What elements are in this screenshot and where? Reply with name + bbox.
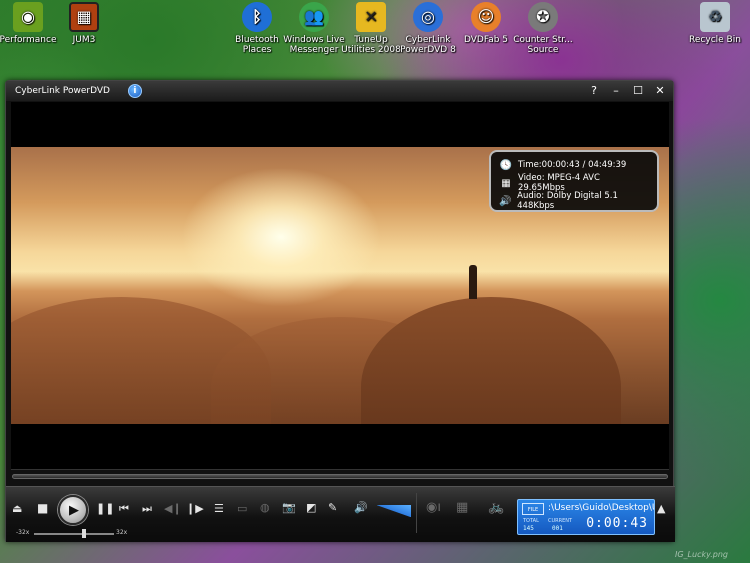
minimize-button[interactable]: – <box>609 83 623 99</box>
desktop-icon-label: DVDFab 5 <box>463 35 509 45</box>
desktop-icon-recycle-bin[interactable]: ♻ Recycle Bin <box>683 2 747 45</box>
osd-time: Time:00:00:43 / 04:49:39 <box>518 160 627 170</box>
desktop-icon-messenger[interactable]: 👥 Windows Live Messenger <box>282 2 346 55</box>
watermark: IG_Lucky.png <box>675 550 728 559</box>
menu-icon[interactable]: ☰ <box>214 502 224 515</box>
pause-icon[interactable]: ❚❚ <box>96 502 114 515</box>
powerdvd-icon: ◎ <box>413 2 443 32</box>
speed-max-label: 32x <box>116 529 128 536</box>
step-forward-icon[interactable]: ❙▶ <box>186 502 204 515</box>
speed-min-label: -32x <box>16 529 30 536</box>
powerdvd-window: CyberLink PowerDVD i ? – ☐ ✕ 🕓 Time:00:0… <box>5 80 675 542</box>
close-button[interactable]: ✕ <box>653 83 667 99</box>
desktop-icon-jum3[interactable]: ▦ JUM3 <box>52 2 116 45</box>
dune <box>361 297 621 424</box>
volume-slider[interactable] <box>377 505 411 517</box>
sun-glow <box>181 167 381 307</box>
silhouette-figure <box>469 265 477 299</box>
film-strip-icon: ▦ <box>69 2 99 32</box>
playback-info-overlay: 🕓 Time:00:00:43 / 04:49:39 ▦ Video: MPEG… <box>489 150 659 212</box>
desktop-icon-dvdfab[interactable]: ☺ DVDFab 5 <box>454 2 518 45</box>
desktop-icon-label: JUM3 <box>72 35 96 45</box>
file-path: :\Users\Guido\Desktop\U <box>548 503 654 513</box>
film-icon: ▦ <box>501 177 511 189</box>
desktop-icon-powerdvd[interactable]: ◎ CyberLink PowerDVD 8 <box>396 2 460 55</box>
desktop-icon-bluetooth[interactable]: ᛒ Bluetooth Places <box>225 2 289 55</box>
previous-icon[interactable]: ⏮ <box>119 502 129 516</box>
desktop-icon-label: Windows Live Messenger <box>283 35 345 55</box>
desktop-icon-counter-strike[interactable]: ✪ Counter Str... Source <box>511 2 575 55</box>
osd-audio: Audio: Dolby Digital 5.1 448Kbps <box>517 191 618 211</box>
nvidia-icon: ◉ <box>13 2 43 32</box>
angle-icon[interactable]: ◍ <box>260 501 270 514</box>
osd-video: Video: MPEG-4 AVC 29.65Mbps <box>517 173 600 193</box>
tuneup-icon: ✕ <box>356 2 386 32</box>
speed-slider[interactable] <box>34 533 114 535</box>
dvdfab-icon: ☺ <box>471 2 501 32</box>
zoom-icon[interactable]: ◩ <box>306 501 316 514</box>
disc-type-badge: FILE <box>522 503 544 515</box>
eject-icon[interactable]: ⏏ <box>12 502 22 515</box>
maximize-button[interactable]: ☐ <box>631 83 645 99</box>
desktop-icon-tuneup[interactable]: ✕ TuneUp Utilities 2008 <box>339 2 403 55</box>
desktop-icon-label: Performance <box>0 35 57 45</box>
window-title: CyberLink PowerDVD <box>15 86 110 96</box>
video-area[interactable]: 🕓 Time:00:00:43 / 04:49:39 ▦ Video: MPEG… <box>11 102 669 470</box>
clock-icon: 🕓 <box>499 159 513 171</box>
desktop-icon-label: CyberLink PowerDVD 8 <box>400 35 456 55</box>
step-back-icon[interactable]: ◀❙ <box>164 502 182 515</box>
desktop-icon-performance[interactable]: ◉ Performance <box>0 2 60 45</box>
current-label: CURRENT <box>548 518 573 524</box>
speaker-icon: 🔊 <box>499 195 512 207</box>
current-value: 001 <box>552 525 563 532</box>
control-bar: ⏏ ■ ▶ ❚❚ ⏮ ⏭ ◀❙ ❙▶ ☰ ▭ ◍ 📷 ◩ ✎ 🔊 ◉ı ▦ 🚲 … <box>6 486 675 542</box>
settings-tools-icon[interactable]: ✎ <box>328 501 337 514</box>
bluetooth-icon: ᛒ <box>242 2 272 32</box>
speed-slider-knob[interactable] <box>81 529 86 538</box>
disc-info-icon[interactable]: ◉ı <box>426 500 441 515</box>
expand-up-icon[interactable]: ▲ <box>657 502 665 515</box>
next-icon[interactable]: ⏭ <box>142 502 152 516</box>
desktop-icon-label: Recycle Bin <box>689 35 741 45</box>
control-separator <box>416 493 417 533</box>
recycle-bin-icon: ♻ <box>700 2 730 32</box>
total-value: 145 <box>523 525 534 532</box>
elapsed-time: 0:00:43 <box>586 516 648 531</box>
seek-bar[interactable] <box>12 474 668 479</box>
play-button[interactable]: ▶ <box>58 495 88 525</box>
desktop-icon-label: Bluetooth Places <box>235 35 279 55</box>
subtitle-icon[interactable]: ▭ <box>237 502 247 515</box>
messenger-icon: 👥 <box>299 2 329 32</box>
info-button[interactable]: i <box>127 84 142 98</box>
play-icon: ▶ <box>69 502 79 518</box>
help-button[interactable]: ? <box>587 83 601 99</box>
desktop-icon-label: TuneUp Utilities 2008 <box>341 35 401 55</box>
volume-icon[interactable]: 🔊 <box>354 501 368 514</box>
snapshot-icon[interactable]: 📷 <box>282 501 296 514</box>
counter-strike-icon: ✪ <box>528 2 558 32</box>
title-bar[interactable]: CyberLink PowerDVD i ? – ☐ ✕ <box>6 81 673 101</box>
lcd-display[interactable]: FILE :\Users\Guido\Desktop\U TOTAL 145 C… <box>517 499 655 535</box>
stop-icon[interactable]: ■ <box>37 501 48 515</box>
chapter-film-icon[interactable]: ▦ <box>456 500 468 515</box>
total-label: TOTAL <box>523 518 539 524</box>
mobile-sync-icon[interactable]: 🚲 <box>488 500 504 515</box>
desktop-icon-label: Counter Str... Source <box>513 35 573 55</box>
window-controls: ? – ☐ ✕ <box>587 83 667 99</box>
